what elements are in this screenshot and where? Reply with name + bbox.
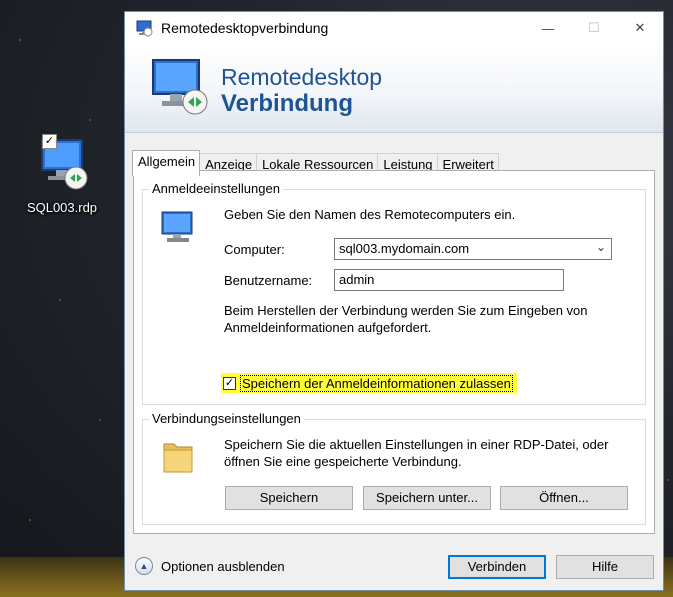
computer-label: Computer: — [224, 242, 285, 257]
title-bar[interactable]: Remotedesktopverbindung — ☐ ✕ — [125, 12, 663, 44]
tab-allgemein[interactable]: Allgemein — [132, 150, 201, 176]
selection-checkbox[interactable]: ✓ — [42, 134, 57, 149]
computer-combobox[interactable]: sql003.mydomain.com ⌄ — [334, 238, 612, 260]
computer-icon — [161, 211, 193, 242]
remote-desktop-window: Remotedesktopverbindung — ☐ ✕ Remotedesk… — [124, 11, 664, 591]
banner-title-line1: Remotedesktop — [221, 64, 383, 90]
header-banner: Remotedesktop Verbindung — [125, 44, 663, 133]
minimize-button[interactable]: — — [525, 12, 571, 44]
chevron-down-icon[interactable]: ⌄ — [596, 240, 606, 254]
chevron-up-icon[interactable]: ▲ — [135, 557, 153, 575]
general-tab-panel: Anmeldeeinstellungen Geben Sie den Namen… — [133, 170, 655, 534]
rdp-monitor-icon — [41, 139, 88, 190]
desktop-icon-rdp-file[interactable]: ✓ SQL003.rdp — [20, 134, 104, 215]
maximize-button[interactable]: ☐ — [571, 12, 617, 44]
rdp-app-icon — [136, 20, 153, 37]
logon-settings-group: Anmeldeeinstellungen Geben Sie den Namen… — [142, 181, 646, 405]
folder-icon — [163, 443, 193, 473]
connection-settings-group: Verbindungseinstellungen Speichern Sie d… — [142, 411, 646, 525]
save-credentials-label[interactable]: Speichern der Anmeldeinformationen zulas… — [240, 374, 513, 392]
username-field[interactable]: admin — [334, 269, 564, 291]
connection-description: Speichern Sie die aktuellen Einstellunge… — [224, 437, 609, 469]
hide-options-toggle[interactable]: ▲ Optionen ausblenden — [135, 557, 285, 575]
computer-value: sql003.mydomain.com — [339, 241, 470, 256]
close-button[interactable]: ✕ — [617, 12, 663, 44]
hide-options-label[interactable]: Optionen ausblenden — [161, 559, 285, 574]
save-credentials-checkbox-row[interactable]: ✓ Speichern der Anmeldeinformationen zul… — [221, 373, 517, 393]
save-as-button[interactable]: Speichern unter... — [363, 486, 491, 510]
window-title: Remotedesktopverbindung — [161, 20, 329, 36]
save-button[interactable]: Speichern — [225, 486, 353, 510]
remote-desktop-logo-icon — [152, 59, 208, 115]
connect-button[interactable]: Verbinden — [448, 555, 546, 579]
username-label: Benutzername: — [224, 273, 313, 288]
connection-group-title: Verbindungseinstellungen — [149, 411, 304, 426]
open-button[interactable]: Öffnen... — [500, 486, 628, 510]
logon-group-title: Anmeldeeinstellungen — [149, 181, 283, 196]
banner-title-line2: Verbindung — [221, 90, 353, 117]
help-button[interactable]: Hilfe — [556, 555, 654, 579]
desktop-icon-label: SQL003.rdp — [26, 200, 98, 215]
save-credentials-checkbox[interactable]: ✓ — [223, 376, 236, 390]
intro-text: Geben Sie den Namen des Remotecomputers … — [224, 207, 516, 222]
credentials-info-text: Beim Herstellen der Verbindung werden Si… — [224, 303, 588, 335]
